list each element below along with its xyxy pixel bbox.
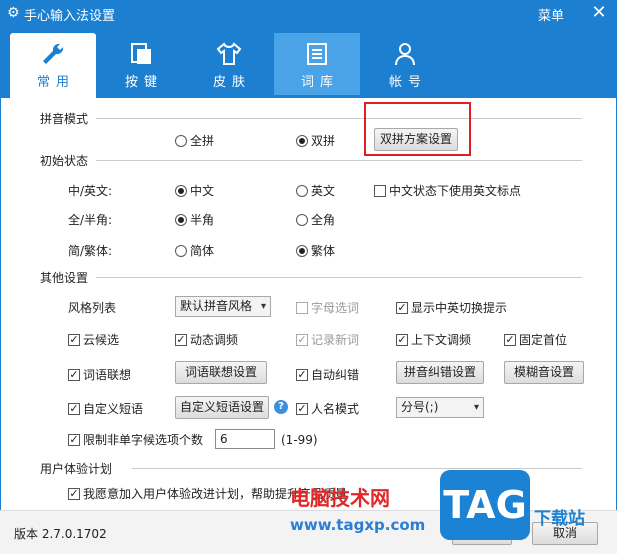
check-word-assoc[interactable]: ✓ 词语联想: [68, 366, 131, 383]
tab-label: 帐号: [388, 75, 427, 90]
style-select[interactable]: 默认拼音风格 ▾: [175, 296, 271, 317]
check-limit-candidates[interactable]: ✓ 限制非单字候选项个数: [68, 431, 203, 448]
simp-trad-label: 简/繁体:: [68, 244, 113, 258]
radio-english[interactable]: 英文: [296, 182, 335, 199]
gear-icon: ⚙: [7, 5, 20, 21]
radio-simplified[interactable]: 简体: [175, 242, 214, 259]
pinyin-correct-settings-button[interactable]: 拼音纠错设置: [396, 361, 484, 384]
tab-skin[interactable]: 皮肤: [186, 33, 272, 95]
window-title: 手心输入法设置: [24, 9, 116, 24]
check-dynamic-freq[interactable]: ✓ 动态调频: [175, 331, 238, 348]
check-custom-phrase[interactable]: ✓ 自定义短语: [68, 400, 143, 417]
close-button[interactable]: ✕: [588, 2, 610, 24]
divider: [96, 277, 582, 278]
menu-button[interactable]: 菜单: [538, 5, 564, 24]
check-context-freq[interactable]: ✓ 上下文调频: [396, 331, 471, 348]
section-ux-plan: 用户体验计划: [40, 462, 113, 476]
watermark-url: www.tagxp.com: [290, 516, 426, 534]
help-icon[interactable]: ?: [274, 400, 288, 414]
radio-double-pinyin[interactable]: 双拼: [296, 132, 335, 149]
tab-account[interactable]: 帐号: [362, 33, 448, 95]
tab-label: 皮肤: [212, 75, 251, 90]
chevron-down-icon: ▾: [473, 402, 479, 413]
check-auto-correct[interactable]: ✓ 自动纠错: [296, 366, 359, 383]
section-initial-state: 初始状态: [40, 154, 89, 168]
custom-phrase-settings-button[interactable]: 自定义短语设置: [175, 396, 269, 419]
check-letter-select[interactable]: 字母选词: [296, 299, 359, 316]
watermark-xz: 下载站: [534, 509, 585, 529]
check-record-new[interactable]: ✓ 记录新词: [296, 331, 359, 348]
check-cloud[interactable]: ✓ 云候选: [68, 331, 119, 348]
limit-input[interactable]: 6: [215, 429, 275, 449]
style-list-label: 风格列表: [68, 301, 117, 315]
limit-range: (1-99): [281, 433, 318, 447]
divider: [96, 160, 582, 161]
tab-common[interactable]: 常用: [10, 33, 96, 98]
check-show-switch-tip[interactable]: ✓ 显示中英切换提示: [396, 299, 507, 316]
user-icon: [395, 43, 415, 66]
fuzzy-settings-button[interactable]: 模糊音设置: [504, 361, 584, 384]
radio-full-pinyin[interactable]: 全拼: [175, 132, 214, 149]
tab-keys[interactable]: 按键: [98, 33, 184, 95]
divider: [132, 468, 582, 469]
check-english-punct[interactable]: 中文状态下使用英文标点: [374, 182, 521, 199]
radio-traditional[interactable]: 繁体: [296, 242, 335, 259]
tab-label: 按键: [124, 75, 163, 90]
wrench-icon: [43, 43, 64, 64]
half-full-label: 全/半角:: [68, 213, 113, 227]
doc-icon: [307, 43, 327, 65]
section-pinyin-mode: 拼音模式: [40, 112, 89, 126]
word-assoc-settings-button[interactable]: 词语联想设置: [175, 361, 267, 384]
divider: [96, 118, 582, 119]
check-name-mode[interactable]: ✓ 人名模式: [296, 400, 359, 417]
check-fixed-first[interactable]: ✓ 固定首位: [504, 331, 567, 348]
tab-dictionary[interactable]: 词库: [274, 33, 360, 95]
tab-label: 词库: [300, 75, 339, 90]
chevron-down-icon: ▾: [260, 301, 266, 312]
title-bar: ⚙ 手心输入法设置 菜单 ✕ 常用 按键 皮肤 词库 帐号: [0, 0, 617, 98]
tab-label: 常用: [36, 75, 75, 90]
name-mode-select[interactable]: 分号(;) ▾: [396, 397, 484, 418]
shirt-icon: [216, 42, 242, 65]
highlight-box: [364, 102, 471, 156]
radio-half-width[interactable]: 半角: [175, 211, 214, 228]
keys-icon: [131, 43, 151, 64]
section-other-settings: 其他设置: [40, 271, 89, 285]
radio-chinese[interactable]: 中文: [175, 182, 214, 199]
watermark-site-name: 电脑技术网: [290, 486, 390, 510]
version-label: 版本 2.7.0.1702: [14, 527, 107, 541]
watermark-tag-logo: TAG: [440, 470, 530, 540]
radio-full-width[interactable]: 全角: [296, 211, 335, 228]
cn-en-label: 中/英文:: [68, 184, 113, 198]
